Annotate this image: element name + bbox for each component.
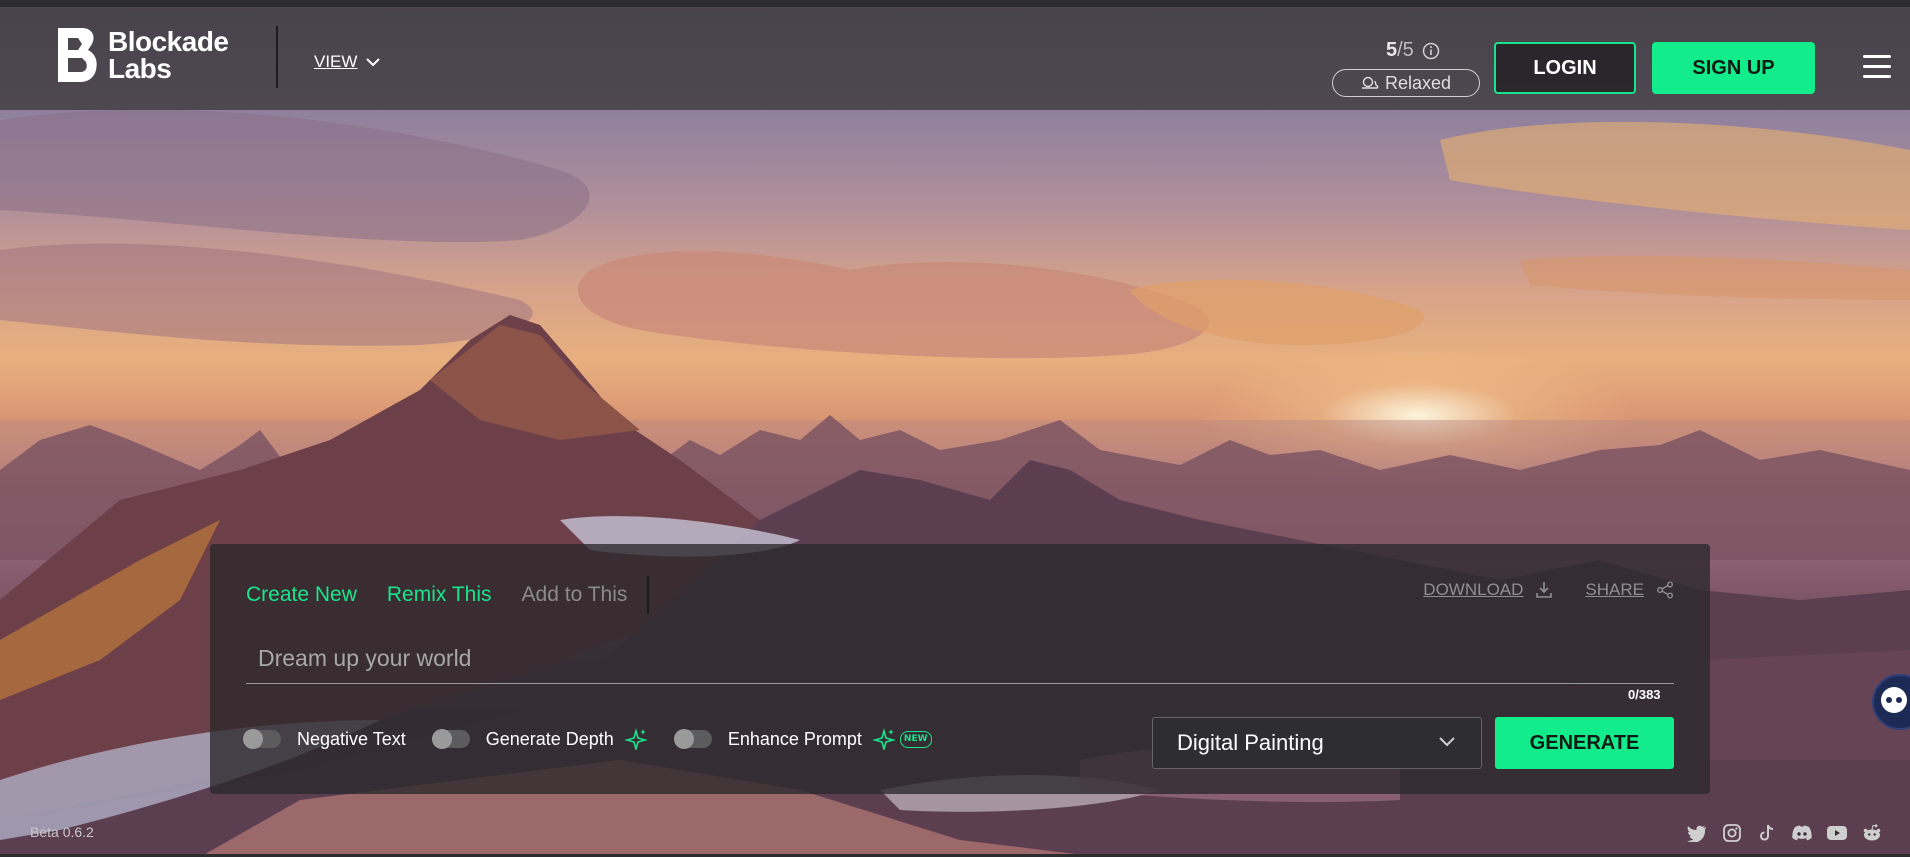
prompt-input[interactable]: [246, 634, 1674, 684]
negative-text-toggle[interactable]: [243, 729, 281, 749]
generate-depth-label: Generate Depth: [485, 728, 614, 749]
download-icon: [1536, 582, 1553, 598]
youtube-link[interactable]: [1826, 822, 1848, 844]
brand-name-line1: Blockade: [108, 26, 229, 57]
tab-add-to-this[interactable]: Add to This: [522, 583, 628, 607]
negative-text-label: Negative Text: [297, 728, 406, 749]
hamburger-line: [1863, 75, 1891, 78]
brand-name: Blockade Labs: [108, 26, 229, 84]
share-label: SHARE: [1585, 580, 1644, 599]
style-select[interactable]: Digital Painting: [1152, 717, 1482, 769]
reddit-link[interactable]: [1861, 822, 1883, 844]
sparkle-icon: [871, 728, 896, 750]
enhance-prompt-toggle[interactable]: [673, 729, 712, 749]
social-links: [1686, 822, 1896, 844]
hamburger-line: [1863, 55, 1891, 58]
top-header: Blockade Labs VIEW 5 /5 Relaxed LOGIN SI…: [0, 8, 1910, 110]
youtube-icon: [1827, 826, 1847, 840]
discord-link[interactable]: [1791, 822, 1813, 844]
generation-options: Negative Text Generate Depth Enhance Pro…: [243, 728, 958, 750]
twitter-icon: [1687, 825, 1706, 842]
brand-name-line2: Labs: [108, 53, 172, 84]
header-divider: [276, 26, 278, 88]
tab-remix-this[interactable]: Remix This: [387, 583, 492, 607]
chat-bot-icon: [1881, 687, 1907, 713]
discord-icon: [1792, 825, 1812, 841]
instagram-link[interactable]: [1721, 822, 1743, 844]
tiktok-icon: [1759, 824, 1774, 841]
window-top-border: [0, 0, 1910, 8]
blockade-logo-icon: [58, 28, 97, 82]
chevron-down-icon: [1439, 737, 1455, 747]
view-menu-label: VIEW: [314, 52, 358, 71]
brand-logo[interactable]: Blockade Labs: [58, 26, 258, 84]
chat-assistant-button[interactable]: [1872, 674, 1910, 730]
signup-button[interactable]: SIGN UP: [1652, 42, 1815, 94]
enhance-prompt-label: Enhance Prompt: [727, 728, 862, 749]
enhance-prompt-option: Enhance Prompt NEW: [673, 728, 932, 750]
login-button[interactable]: LOGIN: [1494, 42, 1636, 94]
new-badge: NEW: [899, 730, 932, 748]
credits-total: /5: [1397, 39, 1414, 61]
generate-depth-option: Generate Depth: [431, 728, 648, 750]
character-counter: 0/383: [1628, 687, 1661, 702]
mode-tabs: Create New Remix This Add to This: [246, 576, 650, 614]
chevron-down-icon: [366, 57, 381, 66]
toggle-knob: [243, 729, 263, 749]
download-button[interactable]: DOWNLOAD: [1423, 580, 1553, 600]
credits-used: 5: [1386, 39, 1398, 61]
relaxed-mode-badge: Relaxed: [1332, 69, 1480, 97]
generate-button[interactable]: GENERATE: [1495, 717, 1674, 769]
relaxed-mode-label: Relaxed: [1384, 72, 1452, 93]
info-icon[interactable]: [1422, 42, 1440, 60]
view-menu-button[interactable]: VIEW: [314, 52, 381, 72]
version-label: Beta 0.6.2: [30, 824, 94, 840]
twitter-link[interactable]: [1686, 822, 1708, 844]
share-button[interactable]: SHARE: [1585, 580, 1674, 600]
generate-depth-toggle[interactable]: [431, 729, 470, 749]
style-select-value: Digital Painting: [1177, 730, 1324, 755]
credits-count: 5 /5: [1386, 39, 1440, 62]
reddit-icon: [1863, 824, 1881, 841]
snail-icon: [1361, 76, 1379, 89]
toggle-knob: [431, 729, 452, 749]
sparkle-icon: [623, 728, 648, 750]
tiktok-link[interactable]: [1756, 822, 1778, 844]
share-icon: [1657, 581, 1673, 599]
panel-actions: DOWNLOAD SHARE: [1391, 580, 1674, 600]
download-label: DOWNLOAD: [1423, 580, 1524, 599]
hamburger-menu-icon[interactable]: [1863, 55, 1891, 79]
tab-create-new[interactable]: Create New: [246, 583, 357, 607]
tabs-divider: [647, 576, 650, 614]
instagram-icon: [1723, 824, 1741, 842]
prompt-panel: Create New Remix This Add to This DOWNLO…: [210, 544, 1710, 794]
hamburger-line: [1863, 65, 1891, 68]
toggle-knob: [673, 729, 694, 749]
negative-text-option: Negative Text: [243, 729, 406, 750]
